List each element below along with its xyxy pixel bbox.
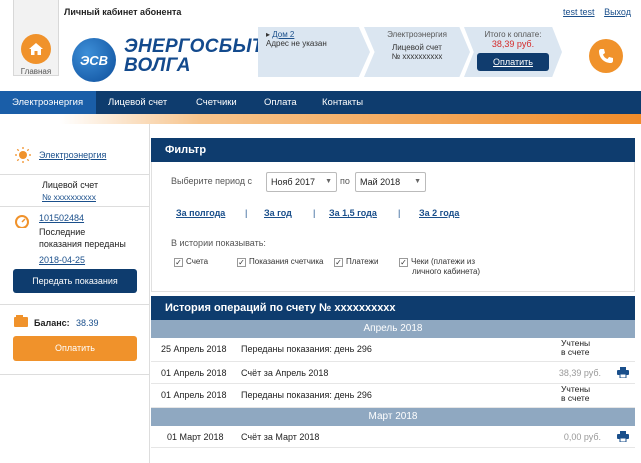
cabinet-title: Личный кабинет абонента xyxy=(64,7,182,17)
print-icon[interactable] xyxy=(617,367,629,380)
history-row: 01 Апрель 2018 Переданы показания: день … xyxy=(151,384,635,408)
main-nav: Электроэнергия Лицевой счет Счетчики Опл… xyxy=(0,91,641,114)
divider xyxy=(0,174,150,175)
chevron-down-icon: ▼ xyxy=(414,178,421,185)
submit-readings-button[interactable]: Передать показания xyxy=(13,269,137,293)
period-year-link[interactable]: За год xyxy=(264,208,292,218)
phone-icon[interactable] xyxy=(589,39,623,73)
row-status: Учтены в счете xyxy=(561,338,591,357)
home-icon xyxy=(21,34,51,64)
divider xyxy=(0,206,150,207)
print-icon[interactable] xyxy=(617,431,629,444)
readings-date-link[interactable]: 2018-04-25 xyxy=(39,255,85,265)
address-text: Адрес не указан xyxy=(266,39,327,48)
history-title: История операций по счету № xxxxxxxxxx xyxy=(151,296,635,320)
chevron-down-icon: ▼ xyxy=(325,178,332,185)
row-date: 01 Апрель 2018 xyxy=(161,390,227,400)
row-description: Переданы показания: день 296 xyxy=(241,390,372,400)
period-2-year-link[interactable]: За 2 года xyxy=(419,208,459,218)
row-description: Счёт за Март 2018 xyxy=(241,432,320,442)
check-icon: ✓ xyxy=(174,258,183,267)
sidebar-account-label: Лицевой счет xyxy=(42,180,99,190)
nav-electricity[interactable]: Электроэнергия xyxy=(0,91,96,114)
checkbox-readings[interactable]: ✓ Показания счетчика xyxy=(237,257,323,267)
nav-accent-bar xyxy=(0,114,641,124)
nav-contacts[interactable]: Контакты xyxy=(322,91,363,114)
check-icon: ✓ xyxy=(334,258,343,267)
check-icon: ✓ xyxy=(399,258,408,267)
period-label: Выберите период с xyxy=(171,176,253,186)
account-number: № xxxxxxxxxx xyxy=(391,52,443,61)
header-pay-button[interactable]: Оплатить xyxy=(477,53,549,71)
filter-panel: Выберите период с Нояб 2017 ▼ по Май 2018… xyxy=(151,162,635,292)
checkbox-payments[interactable]: ✓ Платежи xyxy=(334,257,378,267)
account-label: Лицевой счет xyxy=(392,43,442,52)
history-row: 01 Апрель 2018 Счёт за Апрель 2018 38,39… xyxy=(151,362,635,384)
balance-value: 38.39 xyxy=(76,318,99,328)
check-icon: ✓ xyxy=(237,258,246,267)
user-name-link[interactable]: test test xyxy=(563,7,595,17)
logo-badge: ЭСВ xyxy=(72,38,116,82)
home-label: Главная xyxy=(20,67,52,76)
house-link[interactable]: Дом 2 xyxy=(272,30,294,39)
sidebar-pay-button[interactable]: Оплатить xyxy=(13,336,137,361)
logo-text: ЭНЕРГОСБЫТ ВОЛГА xyxy=(124,36,264,76)
period-to-label: по xyxy=(340,176,350,186)
row-date: 25 Апрель 2018 xyxy=(161,344,227,354)
checkbox-receipts[interactable]: ✓ Чеки (платежи из личного кабинета) xyxy=(399,257,480,276)
row-amount: 38,39 руб. xyxy=(558,368,601,378)
meter-number-link[interactable]: 101502484 xyxy=(39,213,84,223)
home-button[interactable]: Главная xyxy=(13,0,59,76)
wallet-icon xyxy=(13,314,29,331)
meter-icon xyxy=(14,214,30,231)
history-row: 25 Апрель 2018 Переданы показания: день … xyxy=(151,338,635,362)
lightbulb-icon xyxy=(14,146,32,167)
account-step: Электроэнергия Лицевой счет № xxxxxxxxxx xyxy=(364,27,470,77)
logout-link[interactable]: Выход xyxy=(604,7,631,17)
nav-payment[interactable]: Оплата xyxy=(264,91,297,114)
last-readings-text: Последние xyxy=(39,227,86,237)
period-from-select[interactable]: Нояб 2017 ▼ xyxy=(266,172,337,192)
sidebar-service-link[interactable]: Электроэнергия xyxy=(39,150,106,160)
show-label: В истории показывать: xyxy=(171,238,266,248)
divider xyxy=(0,374,150,375)
row-status: Учтены в счете xyxy=(561,384,591,403)
period-to-select[interactable]: Май 2018 ▼ xyxy=(355,172,426,192)
row-date: 01 Апрель 2018 xyxy=(161,368,227,378)
month-header: Апрель 2018 xyxy=(151,320,635,338)
nav-meters[interactable]: Счетчики xyxy=(196,91,237,114)
period-half-year-link[interactable]: За полгода xyxy=(176,208,225,218)
row-date: 01 Март 2018 xyxy=(167,432,224,442)
address-step: ▸ Дом 2 Адрес не указан xyxy=(258,27,370,77)
sidebar: Электроэнергия Лицевой счет № xxxxxxxxxx… xyxy=(0,124,150,463)
row-description: Счёт за Апрель 2018 xyxy=(241,368,329,378)
total-amount: 38,39 руб. xyxy=(491,39,535,49)
filter-title: Фильтр xyxy=(151,138,635,162)
balance-label: Баланс: xyxy=(34,318,70,328)
row-amount: 0,00 руб. xyxy=(563,432,601,442)
service-text: Электроэнергия xyxy=(387,30,447,39)
sidebar-account-number[interactable]: № xxxxxxxxxx xyxy=(42,192,96,202)
user-links: test test Выход xyxy=(556,7,631,17)
period-1-5-year-link[interactable]: За 1,5 года xyxy=(329,208,377,218)
total-label: Итого к оплате: xyxy=(484,30,542,39)
history-row: 01 Март 2018 Счёт за Март 2018 0,00 руб. xyxy=(151,426,635,448)
total-step: Итого к оплате: 38,39 руб. Оплатить xyxy=(464,27,562,77)
divider xyxy=(0,304,150,305)
row-description: Переданы показания: день 296 xyxy=(241,344,372,354)
month-header: Март 2018 xyxy=(151,408,635,426)
nav-account[interactable]: Лицевой счет xyxy=(108,91,167,114)
checkbox-bills[interactable]: ✓ Счета xyxy=(174,257,208,267)
last-readings-text: показания переданы xyxy=(39,239,126,249)
